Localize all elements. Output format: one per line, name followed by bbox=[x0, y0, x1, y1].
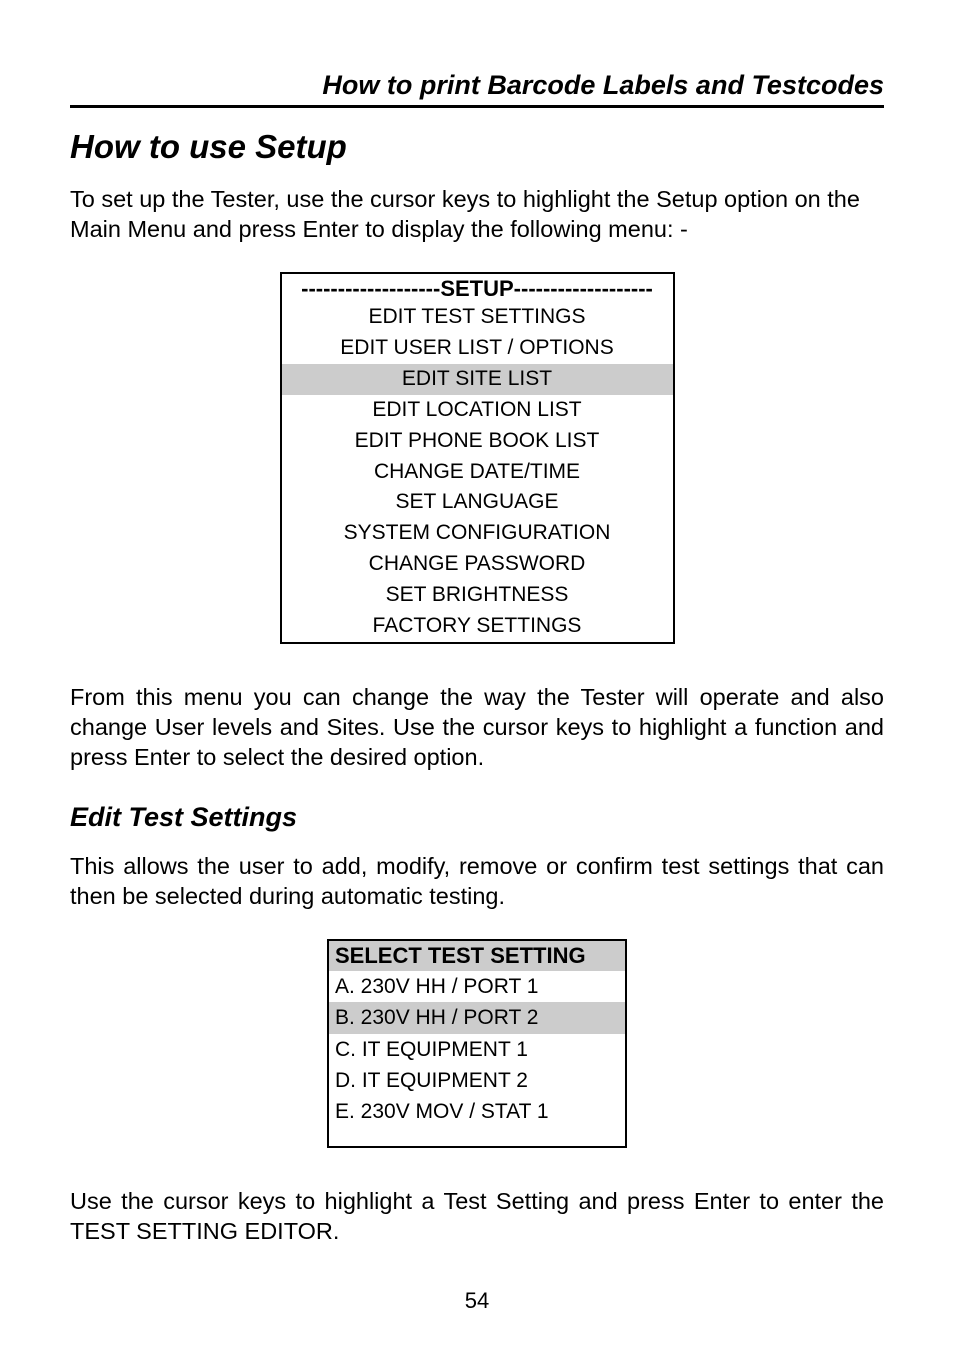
select-menu-item[interactable]: A. 230V HH / PORT 1 bbox=[329, 971, 625, 1002]
setup-menu-item[interactable]: EDIT USER LIST / OPTIONS bbox=[282, 333, 673, 364]
setup-menu-item[interactable]: CHANGE PASSWORD bbox=[282, 549, 673, 580]
page-header: How to print Barcode Labels and Testcode… bbox=[70, 70, 884, 108]
setup-menu-item[interactable]: EDIT SITE LIST bbox=[282, 364, 673, 395]
select-menu-item[interactable]: B. 230V HH / PORT 2 bbox=[329, 1002, 625, 1033]
setup-menu-item[interactable]: EDIT PHONE BOOK LIST bbox=[282, 426, 673, 457]
setup-menu-item[interactable]: SET LANGUAGE bbox=[282, 487, 673, 518]
setup-menu-item[interactable]: EDIT LOCATION LIST bbox=[282, 395, 673, 426]
select-menu-item[interactable]: D. IT EQUIPMENT 2 bbox=[329, 1065, 625, 1096]
setup-menu-item[interactable]: EDIT TEST SETTINGS bbox=[282, 302, 673, 333]
setup-menu-item[interactable]: FACTORY SETTINGS bbox=[282, 611, 673, 642]
setup-menu-item[interactable]: SET BRIGHTNESS bbox=[282, 580, 673, 611]
list-spacer bbox=[329, 1128, 625, 1146]
select-menu-item[interactable]: C. IT EQUIPMENT 1 bbox=[329, 1034, 625, 1065]
select-description: Use the cursor keys to highlight a Test … bbox=[70, 1186, 884, 1246]
intro-text: To set up the Tester, use the cursor key… bbox=[70, 184, 884, 244]
edit-test-description: This allows the user to add, modify, rem… bbox=[70, 851, 884, 911]
setup-menu-item[interactable]: SYSTEM CONFIGURATION bbox=[282, 518, 673, 549]
page-number: 54 bbox=[0, 1288, 954, 1314]
page-title: How to use Setup bbox=[70, 128, 884, 166]
select-test-setting-box: SELECT TEST SETTING A. 230V HH / PORT 1B… bbox=[327, 939, 627, 1147]
setup-menu-title: -------------------SETUP----------------… bbox=[282, 274, 673, 302]
select-menu-item[interactable]: E. 230V MOV / STAT 1 bbox=[329, 1096, 625, 1127]
setup-menu-item[interactable]: CHANGE DATE/TIME bbox=[282, 457, 673, 488]
select-test-title: SELECT TEST SETTING bbox=[329, 941, 625, 971]
subheading-edit-test: Edit Test Settings bbox=[70, 802, 884, 833]
setup-menu-box: -------------------SETUP----------------… bbox=[280, 272, 675, 644]
menu-description: From this menu you can change the way th… bbox=[70, 682, 884, 772]
